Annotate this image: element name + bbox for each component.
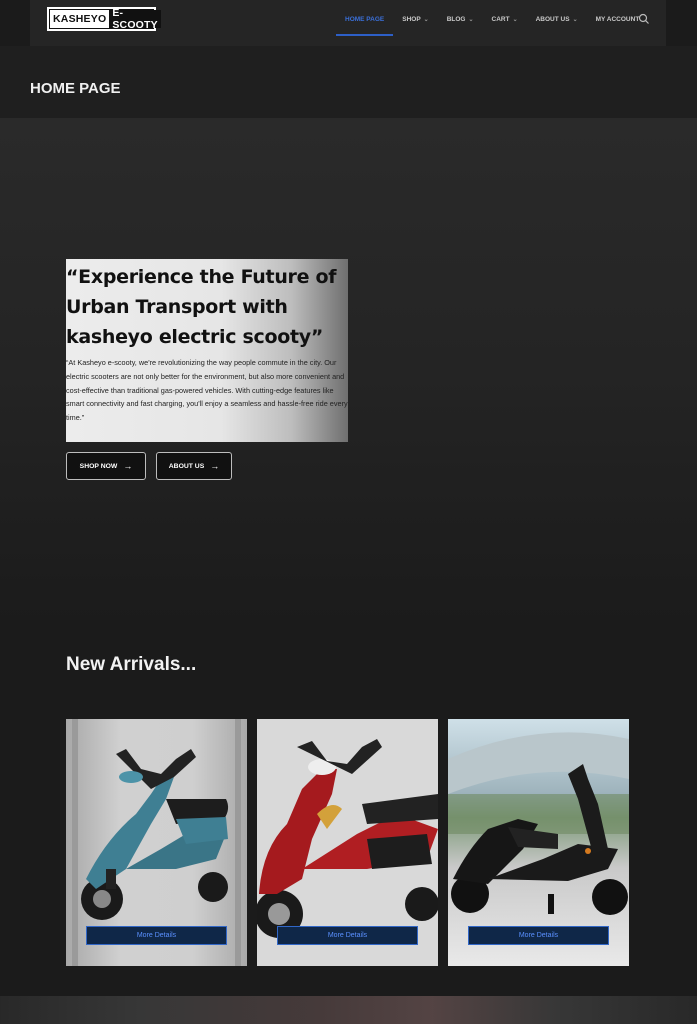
arrow-right-icon: → — [123, 461, 133, 471]
nav-account-label: MY ACCOUNT — [595, 15, 640, 23]
chevron-down-icon: ⌄ — [468, 16, 474, 23]
more-details-button[interactable]: More Details — [86, 926, 227, 945]
search-icon[interactable] — [638, 13, 650, 25]
new-arrivals-title: New Arrivals... — [66, 654, 197, 675]
nav-about-label: ABOUT US — [535, 15, 570, 23]
nav-home-page[interactable]: HOME PAGE — [336, 0, 394, 38]
main-nav: HOME PAGE SHOP ⌄ BLOG ⌄ CART ⌄ ABOUT US … — [336, 0, 648, 38]
page-title-bar: HOME PAGE — [0, 46, 697, 118]
logo-text-kasheyo: KASHEYO — [53, 13, 107, 25]
about-us-button[interactable]: ABOUT US → — [156, 452, 232, 480]
shop-now-button[interactable]: SHOP NOW → — [66, 452, 146, 480]
hero-text: “At Kasheyo e-scooty, we're revolutioniz… — [66, 358, 348, 423]
shop-now-label: SHOP NOW — [79, 462, 118, 470]
nav-cart-label: CART — [491, 15, 510, 23]
nav-about-us[interactable]: ABOUT US ⌄ — [527, 0, 587, 38]
top-navbar: KASHEYO E-SCOOTY HOME PAGE SHOP ⌄ BLOG ⌄… — [30, 0, 666, 46]
logo-inner: KASHEYO E-SCOOTY — [49, 7, 161, 31]
nav-shop[interactable]: SHOP ⌄ — [393, 0, 437, 38]
more-details-button[interactable]: More Details — [277, 926, 418, 945]
product-card-1[interactable]: More Details — [66, 719, 247, 966]
hero-heading: “Experience the Future of Urban Transpor… — [66, 266, 337, 348]
nav-home-label: HOME PAGE — [345, 15, 385, 23]
hero-section: “Experience the Future of Urban Transpor… — [0, 118, 697, 623]
nav-blog[interactable]: BLOG ⌄ — [438, 0, 483, 38]
product-card-3[interactable]: More Details — [448, 719, 629, 966]
more-details-button[interactable]: More Details — [468, 926, 609, 945]
site-logo[interactable]: KASHEYO E-SCOOTY — [47, 7, 161, 31]
nav-cart[interactable]: CART ⌄ — [483, 0, 527, 38]
chevron-down-icon: ⌄ — [572, 16, 578, 23]
about-us-label: ABOUT US — [168, 462, 205, 470]
product-card-2[interactable]: More Details — [257, 719, 438, 966]
hero-card: “Experience the Future of Urban Transpor… — [66, 259, 348, 442]
chevron-down-icon: ⌄ — [512, 16, 518, 23]
page-title: HOME PAGE — [30, 80, 121, 97]
logo-text-escooty: E-SCOOTY — [109, 7, 161, 31]
arrow-right-icon: → — [210, 461, 220, 471]
nav-blog-label: BLOG — [446, 15, 466, 23]
footer-image-strip — [0, 996, 697, 1024]
chevron-down-icon: ⌄ — [423, 16, 429, 23]
nav-shop-label: SHOP — [402, 15, 421, 23]
